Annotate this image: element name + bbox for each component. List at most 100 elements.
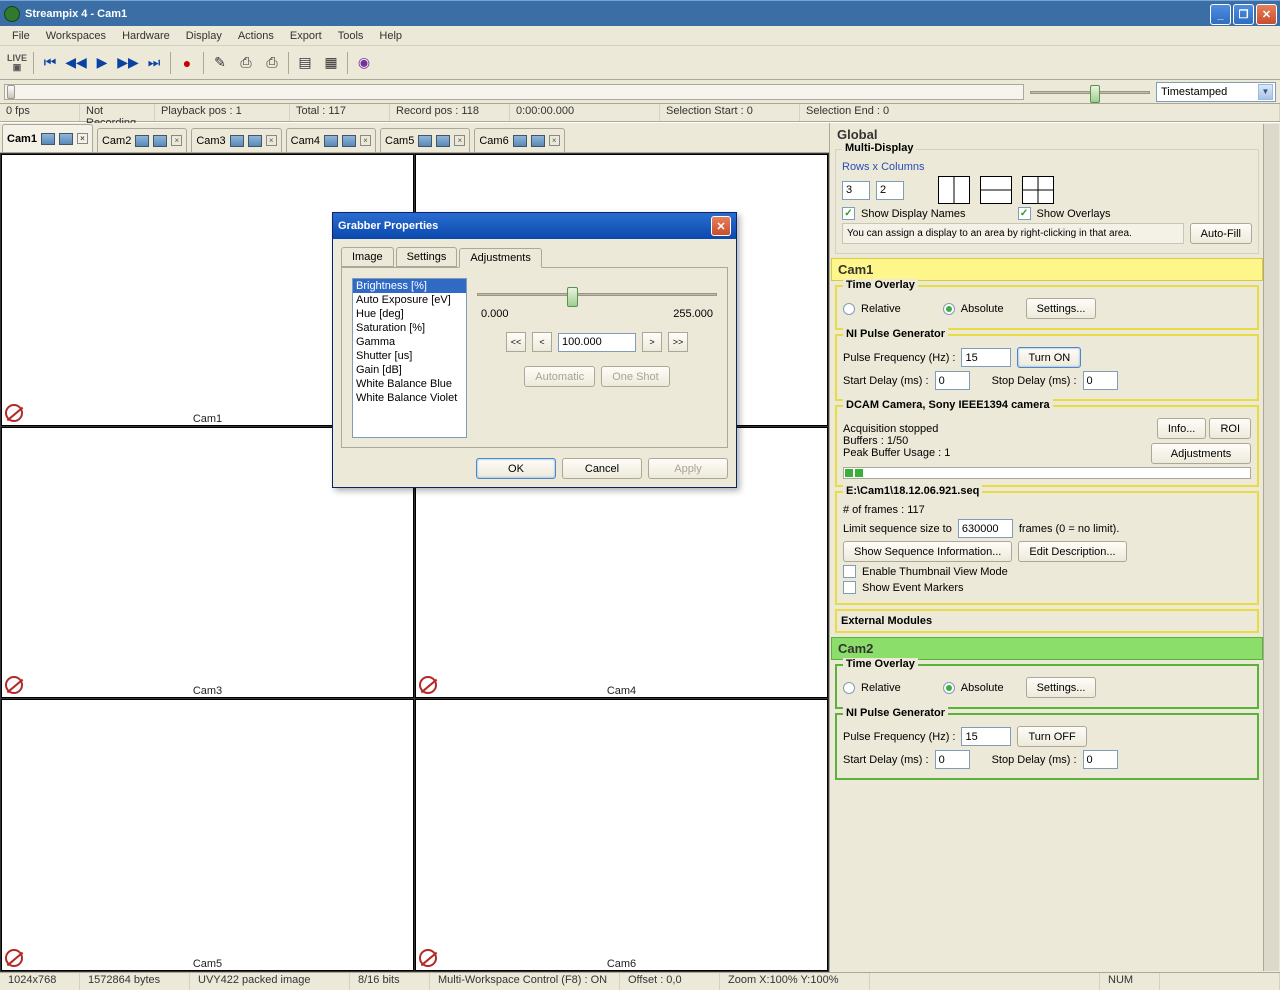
- turn-off-button[interactable]: Turn OFF: [1017, 726, 1086, 747]
- dialog-close-button[interactable]: ✕: [711, 216, 731, 236]
- stop-delay-input[interactable]: [1083, 371, 1118, 390]
- list-item[interactable]: Brightness [%]: [353, 279, 466, 293]
- menu-file[interactable]: File: [4, 28, 38, 44]
- pulse-freq-input[interactable]: [961, 348, 1011, 367]
- tool-button-4[interactable]: ▤: [293, 51, 317, 75]
- menu-tools[interactable]: Tools: [330, 28, 372, 44]
- ok-button[interactable]: OK: [476, 458, 556, 479]
- step-first-button[interactable]: <<: [506, 332, 526, 352]
- step-next-button[interactable]: >: [642, 332, 662, 352]
- menu-display[interactable]: Display: [178, 28, 230, 44]
- layout-2x2-icon[interactable]: [1022, 176, 1054, 204]
- absolute-radio[interactable]: [943, 682, 955, 694]
- adjustments-listbox[interactable]: Brightness [%] Auto Exposure [eV] Hue [d…: [352, 278, 467, 438]
- menu-export[interactable]: Export: [282, 28, 330, 44]
- play-button[interactable]: ▶: [90, 51, 114, 75]
- scrollbar[interactable]: [1263, 124, 1279, 971]
- menu-hardware[interactable]: Hardware: [114, 28, 178, 44]
- overlay-settings-button[interactable]: Settings...: [1026, 298, 1097, 319]
- turn-on-button[interactable]: Turn ON: [1017, 347, 1081, 368]
- camera-tab-cam1[interactable]: Cam1 ×: [2, 124, 93, 152]
- camera-tab-cam3[interactable]: Cam3 ×: [191, 128, 281, 152]
- enable-thumb-checkbox[interactable]: [843, 565, 856, 578]
- close-icon[interactable]: ×: [171, 135, 182, 146]
- camera-tab-cam5[interactable]: Cam5 ×: [380, 128, 470, 152]
- menu-actions[interactable]: Actions: [230, 28, 282, 44]
- timeline-track[interactable]: [4, 84, 1024, 100]
- auto-fill-button[interactable]: Auto-Fill: [1190, 223, 1252, 244]
- prev-button[interactable]: ◀◀: [64, 51, 88, 75]
- record-button[interactable]: ●: [175, 51, 199, 75]
- edit-desc-button[interactable]: Edit Description...: [1018, 541, 1126, 562]
- close-icon[interactable]: ×: [360, 135, 371, 146]
- cols-input[interactable]: [876, 181, 904, 200]
- list-item[interactable]: Hue [deg]: [353, 307, 466, 321]
- step-last-button[interactable]: >>: [668, 332, 688, 352]
- show-display-names-checkbox[interactable]: ✓: [842, 207, 855, 220]
- relative-radio[interactable]: [843, 303, 855, 315]
- display-cell-cam5[interactable]: Cam5: [1, 699, 414, 971]
- adjustments-button[interactable]: Adjustments: [1151, 443, 1251, 464]
- display-cell-cam6[interactable]: Cam6: [415, 699, 828, 971]
- timestamp-combo[interactable]: Timestamped ▼: [1156, 82, 1276, 102]
- value-input[interactable]: [558, 333, 636, 352]
- menu-workspaces[interactable]: Workspaces: [38, 28, 114, 44]
- list-item[interactable]: Gain [dB]: [353, 363, 466, 377]
- tool-button-3[interactable]: ⎙: [260, 51, 284, 75]
- camera-tab-cam2[interactable]: Cam2 ×: [97, 128, 187, 152]
- layout-1x2-icon[interactable]: [938, 176, 970, 204]
- next-button[interactable]: ▶▶: [116, 51, 140, 75]
- minimize-button[interactable]: _: [1210, 4, 1231, 25]
- last-button[interactable]: ⏭: [142, 51, 166, 75]
- rows-input[interactable]: [842, 181, 870, 200]
- apply-button[interactable]: Apply: [648, 458, 728, 479]
- speed-slider[interactable]: [1030, 82, 1150, 102]
- camera-tab-cam4[interactable]: Cam4 ×: [286, 128, 376, 152]
- tool-button-5[interactable]: ▦: [319, 51, 343, 75]
- no-signal-icon: [5, 404, 23, 422]
- tool-button-6[interactable]: ◉: [352, 51, 376, 75]
- camera-tab-cam6[interactable]: Cam6 ×: [474, 128, 564, 152]
- close-icon[interactable]: ×: [266, 135, 277, 146]
- show-overlays-checkbox[interactable]: ✓: [1018, 207, 1031, 220]
- live-button[interactable]: LIVE▣: [5, 51, 29, 75]
- first-button[interactable]: ⏮: [38, 51, 62, 75]
- close-icon[interactable]: ×: [77, 133, 88, 144]
- automatic-button[interactable]: Automatic: [524, 366, 595, 387]
- list-item[interactable]: Auto Exposure [eV]: [353, 293, 466, 307]
- layout-2x1-icon[interactable]: [980, 176, 1012, 204]
- cancel-button[interactable]: Cancel: [562, 458, 642, 479]
- start-delay-input[interactable]: [935, 371, 970, 390]
- list-item[interactable]: Gamma: [353, 335, 466, 349]
- list-item[interactable]: White Balance Blue: [353, 377, 466, 391]
- absolute-radio[interactable]: [943, 303, 955, 315]
- roi-button[interactable]: ROI: [1209, 418, 1251, 439]
- list-item[interactable]: Saturation [%]: [353, 321, 466, 335]
- show-markers-checkbox[interactable]: [843, 581, 856, 594]
- close-icon[interactable]: ×: [454, 135, 465, 146]
- tool-button-1[interactable]: ✎: [208, 51, 232, 75]
- tab-adjustments[interactable]: Adjustments: [459, 248, 542, 268]
- show-seq-info-button[interactable]: Show Sequence Information...: [843, 541, 1012, 562]
- camera-icon: [135, 135, 149, 147]
- overlay-settings-button[interactable]: Settings...: [1026, 677, 1097, 698]
- oneshot-button[interactable]: One Shot: [601, 366, 669, 387]
- list-item[interactable]: Shutter [us]: [353, 349, 466, 363]
- info-button[interactable]: Info...: [1157, 418, 1207, 439]
- step-prev-button[interactable]: <: [532, 332, 552, 352]
- no-signal-icon: [419, 949, 437, 967]
- list-item[interactable]: White Balance Violet: [353, 391, 466, 405]
- relative-radio[interactable]: [843, 682, 855, 694]
- close-button[interactable]: ✕: [1256, 4, 1277, 25]
- close-icon[interactable]: ×: [549, 135, 560, 146]
- value-slider[interactable]: [477, 284, 717, 304]
- pulse-freq-input[interactable]: [961, 727, 1011, 746]
- stop-delay-input[interactable]: [1083, 750, 1118, 769]
- tab-image[interactable]: Image: [341, 247, 394, 267]
- start-delay-input[interactable]: [935, 750, 970, 769]
- menu-help[interactable]: Help: [371, 28, 410, 44]
- maximize-button[interactable]: ❐: [1233, 4, 1254, 25]
- tab-settings[interactable]: Settings: [396, 247, 458, 267]
- limit-input[interactable]: [958, 519, 1013, 538]
- tool-button-2[interactable]: ⎙: [234, 51, 258, 75]
